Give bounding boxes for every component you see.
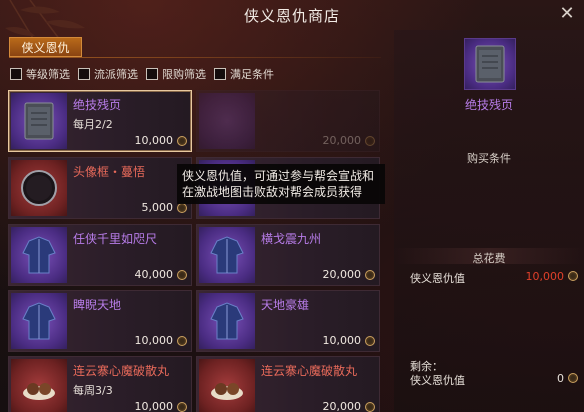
remaining-currency-label: 侠义恩仇值 [410, 374, 465, 387]
item-price: 20,000 [322, 134, 362, 147]
item-price: 20,000 [322, 400, 362, 412]
item-name: 睥睨天地 [73, 298, 122, 312]
item-price: 10,000 [134, 134, 174, 147]
item-price: 10,000 [134, 334, 174, 347]
filter-label: 等级筛选 [26, 68, 70, 81]
coin-icon [365, 336, 375, 346]
dim-item-icon [199, 93, 255, 149]
robe-icon [11, 293, 67, 349]
checkbox[interactable] [10, 68, 22, 80]
item-price: 40,000 [134, 268, 174, 281]
purchase-conditions-title: 购买条件 [467, 152, 511, 165]
tab-underline [9, 57, 381, 58]
filter-limit[interactable]: 限购筛选 [146, 66, 206, 82]
item-limit: 每月2/2 [73, 118, 113, 131]
item-name: 天地豪雄 [261, 298, 310, 312]
item-limit: 每周3/3 [73, 384, 113, 397]
total-cost-row: 侠义恩仇值 10,000 [410, 270, 580, 286]
cost-value: 10,000 [525, 270, 565, 283]
remaining-row: 侠义恩仇值 0 [410, 372, 580, 388]
frame-icon [11, 160, 67, 216]
pill-icon [11, 359, 67, 412]
item-name: 绝技残页 [73, 98, 122, 112]
robe-icon [199, 227, 255, 283]
filter-label: 满足条件 [230, 68, 274, 81]
item-name: 连云寨心魔破散丸 [73, 364, 170, 378]
filter-eligible[interactable]: 满足条件 [214, 66, 274, 82]
coin-icon [365, 402, 375, 412]
item-price: 10,000 [322, 334, 362, 347]
item-price: 10,000 [134, 400, 174, 412]
coin-icon [177, 136, 187, 146]
coin-icon [365, 136, 375, 146]
close-icon: ✕ [559, 2, 575, 24]
shop-item[interactable]: 天地豪雄 10,000 [196, 290, 380, 352]
item-grid: 绝技残页 每月2/2 10,000 20,000 头像框・蔓悟 5,000 任侠… [8, 90, 384, 412]
item-name: 横戈震九州 [261, 232, 322, 246]
item-price: 5,000 [141, 201, 174, 214]
tab-label: 侠义恩仇 [21, 40, 70, 55]
filter-school[interactable]: 流派筛选 [78, 66, 138, 82]
shop-item[interactable]: 睥睨天地 10,000 [8, 290, 192, 352]
robe-icon [199, 293, 255, 349]
shop-item[interactable]: 任侠千里如咫尺 40,000 [8, 224, 192, 286]
total-cost-title: 总花费 [472, 252, 506, 265]
coin-icon [177, 270, 187, 280]
item-name: 任侠千里如咫尺 [73, 232, 158, 246]
shop-item[interactable]: 连云寨心魔破散丸 每周3/3 10,000 [8, 356, 192, 412]
tooltip-text: 侠义恩仇值，可通过参与帮会宣战和在激战地图击败敌对帮会成员获得 [182, 169, 375, 199]
item-name: 头像框・蔓悟 [73, 165, 146, 179]
shop-item[interactable]: 20,000 [196, 90, 380, 152]
detail-panel: 绝技残页 购买条件 总花费 侠义恩仇值 10,000 剩余： 侠义恩仇值 0 [394, 30, 584, 412]
checkbox[interactable] [78, 68, 90, 80]
coin-icon [568, 373, 578, 383]
checkbox[interactable] [146, 68, 158, 80]
item-price: 20,000 [322, 268, 362, 281]
close-button[interactable]: ✕ [556, 2, 578, 24]
filter-label: 流派筛选 [94, 68, 138, 81]
filter-bar: 等级筛选 流派筛选 限购筛选 满足条件 [10, 66, 274, 82]
selected-item-name: 绝技残页 [464, 98, 513, 112]
coin-icon [177, 336, 187, 346]
cost-label: 侠义恩仇值 [410, 272, 465, 285]
tab-xiayi-enchou[interactable]: 侠义恩仇 [9, 37, 82, 57]
shop-item[interactable]: 头像框・蔓悟 5,000 [8, 157, 192, 219]
book-icon [464, 38, 516, 90]
robe-icon [11, 227, 67, 283]
coin-icon [177, 203, 187, 213]
filter-level[interactable]: 等级筛选 [10, 66, 70, 82]
book-icon [11, 93, 67, 149]
remaining-value: 0 [557, 372, 564, 385]
shop-item[interactable]: 横戈震九州 20,000 [196, 224, 380, 286]
shop-item[interactable]: 绝技残页 每月2/2 10,000 [8, 90, 192, 152]
coin-icon [568, 271, 578, 281]
item-name: 连云寨心魔破散丸 [261, 364, 358, 378]
pill-icon [199, 359, 255, 412]
currency-tooltip: 侠义恩仇值，可通过参与帮会宣战和在激战地图击败敌对帮会成员获得 [177, 164, 385, 204]
shop-window: 侠义恩仇商店 ✕ 侠义恩仇 等级筛选 流派筛选 限购筛选 满足条件 绝技残页 每… [0, 0, 584, 412]
title-bar: 侠义恩仇商店 [0, 0, 584, 30]
coin-icon [177, 402, 187, 412]
coin-icon [365, 270, 375, 280]
filter-label: 限购筛选 [162, 68, 206, 81]
window-title: 侠义恩仇商店 [243, 6, 340, 25]
checkbox[interactable] [214, 68, 226, 80]
shop-item[interactable]: 连云寨心魔破散丸 20,000 [196, 356, 380, 412]
